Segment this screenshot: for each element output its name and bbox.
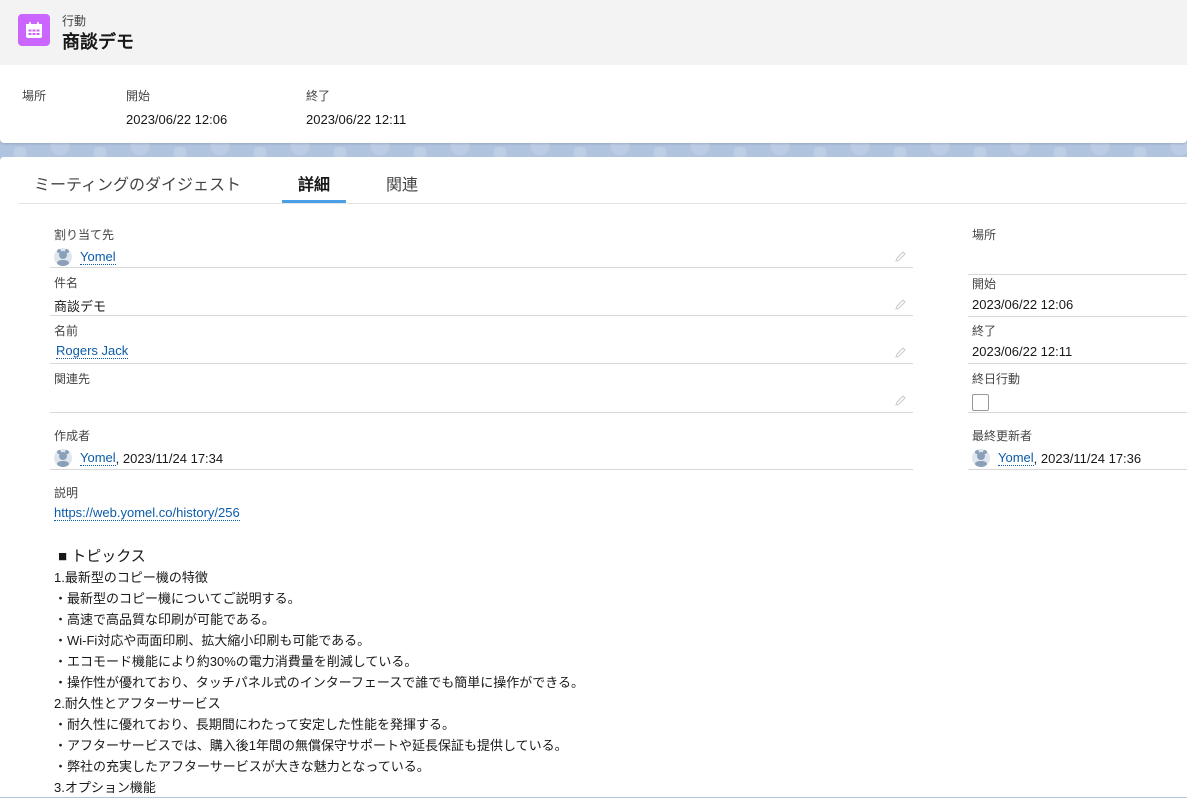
description-line: ・最新型のコピー機についてご説明する。 [54,591,301,606]
description-line: ・耐久性に優れており、長期間にわたって安定した性能を発揮する。 [54,717,456,732]
pencil-icon[interactable] [895,394,907,406]
tab-details[interactable]: 詳細 [281,171,347,203]
description-line: 2.耐久性とアフターサービス [54,696,221,711]
modified-by-user-link[interactable]: Yomel [998,450,1034,466]
field-location: 場所 [968,226,1187,267]
field-name-label: 名前 [54,324,79,338]
field-created-by-value: Yomel , 2023/11/24 17:34 [54,449,223,467]
field-assigned-to-value: Yomel [54,248,116,266]
field-start-value: 2023/06/22 12:06 [972,297,1074,312]
field-modified-by: 最終更新者 Yomel , 2023/11/24 17:36 [968,427,1187,470]
description-line: ■ トピックス [58,548,146,565]
all-day-checkbox[interactable] [972,394,989,411]
pencil-icon[interactable] [895,298,907,310]
field-end-label: 終了 [972,324,997,338]
field-modified-by-label: 最終更新者 [972,429,1033,443]
field-subject: 件名 商談デモ [50,274,913,316]
description-line: ・エコモード機能により約30%の電力消費量を削減している。 [54,654,418,669]
description-line: ・操作性が優れており、タッチパネル式のインターフェースで誰でも簡単に操作ができる… [54,675,585,690]
user-avatar-icon [54,449,72,467]
field-description: 説明 https://web.yomel.co/history/256 ■ トピ… [50,484,910,795]
highlight-start-label: 開始 [126,89,151,103]
field-related-to: 関連先 [50,370,913,413]
field-name-value: Rogers Jack [54,344,129,359]
field-start-label: 開始 [972,277,997,291]
record-header: 行動 商談デモ [0,0,1187,65]
tab-bar: ミーティングのダイジェスト 詳細 関連 [18,157,1187,204]
highlights-panel: 行動 商談デモ 場所 開始 2023/06/22 12:06 終了 2023/0… [0,0,1187,143]
field-assigned-to-label: 割り当て先 [54,228,115,242]
field-created-by-label: 作成者 [54,429,91,443]
description-line: ・アフターサービスでは、購入後1年間の無償保守サポートや延長保証も提供している。 [54,738,568,753]
highlight-location: 場所 [22,87,46,112]
user-avatar-icon [972,449,990,467]
highlight-location-label: 場所 [22,89,47,103]
field-all-day-value [972,394,989,411]
field-created-by: 作成者 Yomel , 2023/11/24 17:34 [50,427,913,470]
user-avatar-icon [54,248,72,266]
description-line: ・高速で高品質な印刷が可能である。 [54,612,275,627]
field-all-day-label: 終日行動 [972,372,1021,386]
field-end-value: 2023/06/22 12:11 [972,344,1073,359]
field-modified-by-value: Yomel , 2023/11/24 17:36 [972,449,1141,467]
field-start: 開始 2023/06/22 12:06 [968,274,1187,317]
field-location-label: 場所 [972,228,997,242]
field-name: 名前 Rogers Jack [50,322,913,364]
description-line: ・Wi-Fi対応や両面印刷、拡大縮小印刷も可能である。 [54,633,371,648]
description-line: ・弊社の充実したアフターサービスが大きな魅力となっている。 [54,759,430,774]
created-date: , 2023/11/24 17:34 [115,450,224,466]
entity-label: 行動 [62,14,87,28]
field-related-to-label: 関連先 [54,372,91,386]
record-title: 商談デモ [62,32,134,52]
field-subject-value: 商談デモ [54,299,107,314]
modified-date: , 2023/11/24 17:36 [1033,450,1142,466]
pencil-icon[interactable] [895,250,907,262]
highlight-start-value: 2023/06/22 12:06 [126,112,228,127]
description-line: 3.オプション機能 [54,780,156,795]
highlight-start: 開始 2023/06/22 12:06 [126,87,227,127]
tab-related[interactable]: 関連 [386,171,418,203]
description-text: ■ トピックス 1.最新型のコピー機の特徴 ・最新型のコピー機についてご説明する… [54,546,584,798]
created-by-user-link[interactable]: Yomel [80,450,116,466]
description-url-link[interactable]: https://web.yomel.co/history/256 [54,506,240,521]
field-end: 終了 2023/06/22 12:11 [968,322,1187,364]
field-description-label: 説明 [54,486,79,500]
highlight-end: 終了 2023/06/22 12:11 [306,87,406,127]
field-all-day: 終日行動 [968,370,1187,413]
field-assigned-to: 割り当て先 Yomel [50,226,913,268]
calendar-icon [18,14,50,46]
name-contact-link[interactable]: Rogers Jack [56,344,129,359]
description-line: 1.最新型のコピー機の特徴 [54,570,208,585]
highlight-end-label: 終了 [306,89,331,103]
tab-meeting-digest[interactable]: ミーティングのダイジェスト [34,171,241,203]
highlight-end-value: 2023/06/22 12:11 [306,112,407,127]
pencil-icon[interactable] [895,346,907,358]
field-subject-label: 件名 [54,276,79,290]
assigned-user-link[interactable]: Yomel [80,249,116,265]
